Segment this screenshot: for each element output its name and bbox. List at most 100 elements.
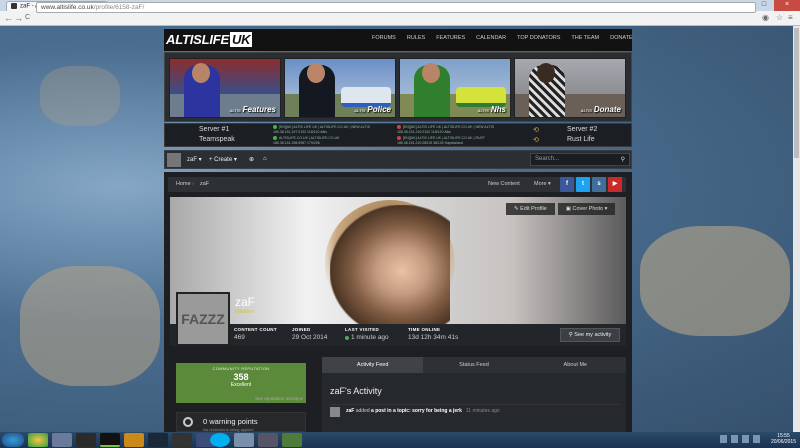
edit-profile-label: Edit Profile: [520, 206, 547, 212]
tab-about-me[interactable]: About Me: [525, 357, 626, 373]
island-shape: [20, 266, 160, 386]
tab-activity-feed[interactable]: Activity Feed: [322, 357, 424, 373]
reload-button[interactable]: C: [25, 14, 30, 21]
feed-item-avatar[interactable]: [330, 407, 340, 417]
nav-donate[interactable]: DONATE: [610, 35, 633, 41]
app-taskbar-icon[interactable]: [76, 433, 96, 447]
cover-photo-button[interactable]: ▣ Cover Photo ▾: [557, 203, 616, 215]
chrome-taskbar-icon[interactable]: [28, 433, 48, 447]
breadcrumb-separator: ›: [192, 181, 194, 187]
stat-value: 1 minute ago: [351, 334, 389, 341]
start-button[interactable]: [2, 433, 24, 447]
extension-icon[interactable]: ◉: [762, 13, 769, 22]
steam-share-icon[interactable]: s: [592, 177, 606, 192]
twitter-share-icon[interactable]: t: [576, 177, 590, 192]
profile-avatar[interactable]: FAZZZ: [176, 292, 230, 346]
facebook-share-icon[interactable]: f: [560, 177, 574, 192]
rust-label[interactable]: Rust Life: [567, 136, 595, 143]
tab-status-feed[interactable]: Status Feed: [423, 357, 524, 373]
stat-time-online: TIME ONLINE 13d 12h 34m 41s: [408, 327, 458, 341]
more-menu-button[interactable]: More ▾: [534, 181, 551, 187]
server2-address: 185.38.151.210:2102 118/120 Altis: [397, 130, 451, 134]
search-icon[interactable]: ⚲: [621, 156, 625, 163]
banner-caption-label: Features: [242, 105, 276, 114]
server2-label[interactable]: Server #2: [567, 126, 597, 133]
taskbar-clock[interactable]: 15:55 20/06/2015: [771, 433, 796, 445]
nav-the-team[interactable]: THE TEAM: [571, 35, 599, 41]
figure-head: [192, 63, 210, 83]
profile-rank: Minidex: [235, 309, 254, 315]
online-status-icon: [345, 335, 349, 340]
steam-taskbar-icon[interactable]: [148, 433, 168, 447]
banner-nhs[interactable]: ALTIS Nhs: [399, 58, 511, 118]
breadcrumb-home[interactable]: Home: [176, 181, 191, 187]
arrow-icon: ⟲: [533, 127, 539, 134]
rust-info: [EN][UK] ALTIS LIFE UK | ALTISLIFE.CO.UK…: [397, 136, 485, 146]
breadcrumb-current[interactable]: zaF: [200, 181, 209, 187]
forward-button[interactable]: →: [14, 13, 23, 23]
app-taskbar-icon[interactable]: [100, 433, 120, 447]
nav-calendar[interactable]: CALENDAR: [476, 35, 506, 41]
menu-icon[interactable]: ≡: [788, 13, 793, 22]
see-activity-button[interactable]: ⚲ See my activity: [560, 328, 620, 342]
back-button[interactable]: ←: [4, 13, 13, 23]
banner-caption: ALTIS Nhs: [478, 105, 506, 114]
tray-icon[interactable]: [720, 435, 727, 443]
reputation-status: Excellent: [230, 382, 252, 388]
reputation-label: COMMUNITY REPUTATION: [212, 366, 270, 371]
search-input[interactable]: Search... ⚲: [530, 153, 630, 166]
feed-item-link[interactable]: a post in a topic: sorry for being a jer…: [371, 408, 462, 414]
app-taskbar-icon[interactable]: [234, 433, 254, 447]
edit-profile-button[interactable]: ✎ Edit Profile: [506, 203, 555, 215]
banner-features[interactable]: ALTIS Features: [169, 58, 281, 118]
app-taskbar-icon[interactable]: [124, 433, 144, 447]
nav-rules[interactable]: RULES: [407, 35, 425, 41]
star-icon[interactable]: ☆: [776, 13, 783, 22]
volume-icon[interactable]: [753, 435, 760, 443]
warning-points-box: 0 warning points No restrictions being a…: [176, 412, 306, 432]
nav-forums[interactable]: FORUMS: [372, 35, 396, 41]
url-path: /profile/6158-zaF/: [93, 4, 145, 11]
new-content-button[interactable]: New Content: [488, 181, 520, 187]
omnibox-bar: ← → C ◉ ☆ ≡: [0, 11, 800, 26]
scrollbar-thumb[interactable]: [794, 28, 799, 158]
skype-taskbar-icon[interactable]: [210, 433, 230, 447]
user-menu[interactable]: zaF ▾: [187, 156, 202, 163]
stat-label: JOINED: [292, 327, 311, 332]
server1-name: [EN][UK] ALTIS LIFE UK | ALTISLIFE.CO.UK…: [279, 125, 370, 129]
stat-label: LAST VISITED: [345, 327, 380, 332]
youtube-share-icon[interactable]: ▶: [608, 177, 622, 192]
user-avatar[interactable]: [167, 153, 181, 167]
banner-donate[interactable]: ALTIS Donate: [514, 58, 626, 118]
teamspeak-address: 185.38.151.198:9987 179/256: [273, 141, 320, 145]
notifications-icon[interactable]: ⊕: [249, 156, 254, 163]
tray-icon[interactable]: [742, 435, 749, 443]
teamspeak-label[interactable]: Teamspeak: [199, 136, 235, 143]
cover-photo-face: [330, 205, 450, 325]
banner-police[interactable]: ALTIS Police: [284, 58, 396, 118]
reputation-activity-link[interactable]: See reputation activity ▸: [255, 396, 303, 402]
app-taskbar-icon[interactable]: [52, 433, 72, 447]
nav-features[interactable]: FEATURES: [436, 35, 465, 41]
profile-name: zaF: [235, 295, 256, 309]
online-status-icon: [273, 125, 277, 130]
server1-label[interactable]: Server #1: [199, 126, 229, 133]
inbox-icon[interactable]: ⌂: [263, 156, 267, 162]
nav-top-donators[interactable]: TOP DONATORS: [517, 35, 560, 41]
app-taskbar-icon[interactable]: [172, 433, 192, 447]
address-bar[interactable]: www.altislife.co.uk/profile/6158-zaF/: [36, 2, 756, 13]
create-menu[interactable]: + Create ▾: [209, 156, 237, 163]
search-placeholder: Search...: [535, 156, 560, 162]
stat-label: CONTENT COUNT: [234, 327, 277, 332]
stat-last-visited: LAST VISITED 1 minute ago: [345, 327, 389, 341]
app-taskbar-icon[interactable]: [258, 433, 278, 447]
rust-address: 185.38.151.210:28015 38/100 Hapisisland: [397, 141, 463, 145]
feed-item-time: 11 minutes ago: [465, 408, 500, 414]
vertical-scrollbar[interactable]: [793, 26, 800, 432]
app-taskbar-icon[interactable]: [282, 433, 302, 447]
tray-icon[interactable]: [731, 435, 738, 443]
banner-caption-small: ALTIS: [580, 108, 592, 113]
site-logo[interactable]: ALTISLIFE UK: [166, 32, 253, 47]
maximize-button[interactable]: □: [754, 0, 774, 11]
close-window-button[interactable]: ×: [774, 0, 800, 11]
